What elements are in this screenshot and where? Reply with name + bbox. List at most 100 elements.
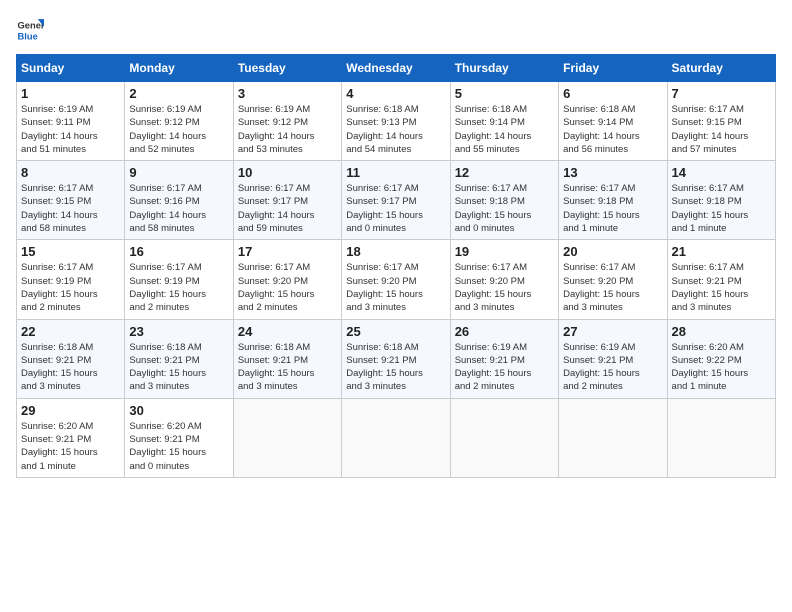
- day-info: Sunrise: 6:17 AMSunset: 9:21 PMDaylight:…: [672, 261, 771, 314]
- day-number: 21: [672, 244, 771, 259]
- day-cell: 22 Sunrise: 6:18 AMSunset: 9:21 PMDayligh…: [17, 319, 125, 398]
- svg-text:General: General: [18, 20, 44, 30]
- day-number: 14: [672, 165, 771, 180]
- day-number: 11: [346, 165, 445, 180]
- day-number: 9: [129, 165, 228, 180]
- day-info: Sunrise: 6:17 AMSunset: 9:19 PMDaylight:…: [129, 261, 228, 314]
- day-info: Sunrise: 6:20 AMSunset: 9:21 PMDaylight:…: [129, 420, 228, 473]
- day-number: 18: [346, 244, 445, 259]
- day-number: 30: [129, 403, 228, 418]
- day-cell: 30 Sunrise: 6:20 AMSunset: 9:21 PMDayligh…: [125, 398, 233, 477]
- calendar-table: SundayMondayTuesdayWednesdayThursdayFrid…: [16, 54, 776, 478]
- day-number: 15: [21, 244, 120, 259]
- day-cell: 1Sunrise: 6:19 AMSunset: 9:11 PMDaylight…: [17, 82, 125, 161]
- day-info: Sunrise: 6:18 AMSunset: 9:21 PMDaylight:…: [346, 341, 445, 394]
- calendar-day-header: Thursday: [450, 55, 558, 82]
- day-cell: 2 Sunrise: 6:19 AMSunset: 9:12 PMDaylight…: [125, 82, 233, 161]
- day-info: Sunrise: 6:19 AMSunset: 9:12 PMDaylight:…: [238, 103, 337, 156]
- day-cell: 26 Sunrise: 6:19 AMSunset: 9:21 PMDayligh…: [450, 319, 558, 398]
- day-number: 12: [455, 165, 554, 180]
- day-number: 13: [563, 165, 662, 180]
- calendar-day-header: Tuesday: [233, 55, 341, 82]
- day-info: Sunrise: 6:17 AMSunset: 9:20 PMDaylight:…: [563, 261, 662, 314]
- day-cell: 19Sunrise: 6:17 AMSunset: 9:20 PMDayligh…: [450, 240, 558, 319]
- day-number: 16: [129, 244, 228, 259]
- day-number: 2: [129, 86, 228, 101]
- day-info: Sunrise: 6:18 AMSunset: 9:13 PMDaylight:…: [346, 103, 445, 156]
- day-cell: 10 Sunrise: 6:17 AMSunset: 9:17 PMDayligh…: [233, 161, 341, 240]
- day-cell: 12 Sunrise: 6:17 AMSunset: 9:18 PMDayligh…: [450, 161, 558, 240]
- day-info: Sunrise: 6:20 AMSunset: 9:22 PMDaylight:…: [672, 341, 771, 394]
- page-header: General Blue: [16, 16, 776, 44]
- day-number: 20: [563, 244, 662, 259]
- day-number: 5: [455, 86, 554, 101]
- day-number: 22: [21, 324, 120, 339]
- day-number: 27: [563, 324, 662, 339]
- calendar-week-row: 15 Sunrise: 6:17 AMSunset: 9:19 PMDayligh…: [17, 240, 776, 319]
- day-info: Sunrise: 6:17 AMSunset: 9:19 PMDaylight:…: [21, 261, 120, 314]
- day-info: Sunrise: 6:18 AMSunset: 9:14 PMDaylight:…: [455, 103, 554, 156]
- empty-day-cell: [450, 398, 558, 477]
- day-cell: 13 Sunrise: 6:17 AMSunset: 9:18 PMDayligh…: [559, 161, 667, 240]
- day-cell: 5 Sunrise: 6:18 AMSunset: 9:14 PMDaylight…: [450, 82, 558, 161]
- day-cell: 4 Sunrise: 6:18 AMSunset: 9:13 PMDaylight…: [342, 82, 450, 161]
- day-number: 4: [346, 86, 445, 101]
- day-info: Sunrise: 6:17 AMSunset: 9:18 PMDaylight:…: [455, 182, 554, 235]
- day-cell: 29Sunrise: 6:20 AMSunset: 9:21 PMDayligh…: [17, 398, 125, 477]
- calendar-day-header: Sunday: [17, 55, 125, 82]
- day-info: Sunrise: 6:17 AMSunset: 9:17 PMDaylight:…: [238, 182, 337, 235]
- svg-text:Blue: Blue: [18, 31, 38, 41]
- day-cell: 9 Sunrise: 6:17 AMSunset: 9:16 PMDaylight…: [125, 161, 233, 240]
- day-cell: 18 Sunrise: 6:17 AMSunset: 9:20 PMDayligh…: [342, 240, 450, 319]
- day-info: Sunrise: 6:17 AMSunset: 9:18 PMDaylight:…: [672, 182, 771, 235]
- day-number: 28: [672, 324, 771, 339]
- day-number: 25: [346, 324, 445, 339]
- day-number: 6: [563, 86, 662, 101]
- day-info: Sunrise: 6:17 AMSunset: 9:20 PMDaylight:…: [346, 261, 445, 314]
- day-cell: 7Sunrise: 6:17 AMSunset: 9:15 PMDaylight…: [667, 82, 775, 161]
- empty-day-cell: [559, 398, 667, 477]
- day-cell: 21 Sunrise: 6:17 AMSunset: 9:21 PMDayligh…: [667, 240, 775, 319]
- day-number: 26: [455, 324, 554, 339]
- logo: General Blue: [16, 16, 44, 44]
- logo-icon: General Blue: [16, 16, 44, 44]
- day-info: Sunrise: 6:19 AMSunset: 9:11 PMDaylight:…: [21, 103, 120, 156]
- day-info: Sunrise: 6:19 AMSunset: 9:21 PMDaylight:…: [563, 341, 662, 394]
- day-number: 3: [238, 86, 337, 101]
- calendar-header-row: SundayMondayTuesdayWednesdayThursdayFrid…: [17, 55, 776, 82]
- day-cell: 27 Sunrise: 6:19 AMSunset: 9:21 PMDayligh…: [559, 319, 667, 398]
- calendar-day-header: Saturday: [667, 55, 775, 82]
- day-cell: 11 Sunrise: 6:17 AMSunset: 9:17 PMDayligh…: [342, 161, 450, 240]
- empty-day-cell: [667, 398, 775, 477]
- calendar-week-row: 8Sunrise: 6:17 AMSunset: 9:15 PMDaylight…: [17, 161, 776, 240]
- day-cell: 15 Sunrise: 6:17 AMSunset: 9:19 PMDayligh…: [17, 240, 125, 319]
- day-number: 17: [238, 244, 337, 259]
- day-info: Sunrise: 6:18 AMSunset: 9:21 PMDaylight:…: [21, 341, 120, 394]
- day-number: 7: [672, 86, 771, 101]
- day-info: Sunrise: 6:17 AMSunset: 9:20 PMDaylight:…: [455, 261, 554, 314]
- day-cell: 8Sunrise: 6:17 AMSunset: 9:15 PMDaylight…: [17, 161, 125, 240]
- day-cell: 28 Sunrise: 6:20 AMSunset: 9:22 PMDayligh…: [667, 319, 775, 398]
- calendar-day-header: Friday: [559, 55, 667, 82]
- calendar-day-header: Monday: [125, 55, 233, 82]
- day-number: 24: [238, 324, 337, 339]
- calendar-week-row: 1Sunrise: 6:19 AMSunset: 9:11 PMDaylight…: [17, 82, 776, 161]
- day-info: Sunrise: 6:18 AMSunset: 9:21 PMDaylight:…: [238, 341, 337, 394]
- day-info: Sunrise: 6:20 AMSunset: 9:21 PMDaylight:…: [21, 420, 120, 473]
- day-info: Sunrise: 6:17 AMSunset: 9:17 PMDaylight:…: [346, 182, 445, 235]
- day-number: 10: [238, 165, 337, 180]
- day-cell: 25 Sunrise: 6:18 AMSunset: 9:21 PMDayligh…: [342, 319, 450, 398]
- empty-day-cell: [233, 398, 341, 477]
- day-info: Sunrise: 6:17 AMSunset: 9:16 PMDaylight:…: [129, 182, 228, 235]
- day-info: Sunrise: 6:18 AMSunset: 9:14 PMDaylight:…: [563, 103, 662, 156]
- day-cell: 14 Sunrise: 6:17 AMSunset: 9:18 PMDayligh…: [667, 161, 775, 240]
- day-info: Sunrise: 6:19 AMSunset: 9:21 PMDaylight:…: [455, 341, 554, 394]
- empty-day-cell: [342, 398, 450, 477]
- day-cell: 3 Sunrise: 6:19 AMSunset: 9:12 PMDaylight…: [233, 82, 341, 161]
- day-info: Sunrise: 6:19 AMSunset: 9:12 PMDaylight:…: [129, 103, 228, 156]
- calendar-day-header: Wednesday: [342, 55, 450, 82]
- day-info: Sunrise: 6:17 AMSunset: 9:18 PMDaylight:…: [563, 182, 662, 235]
- day-info: Sunrise: 6:18 AMSunset: 9:21 PMDaylight:…: [129, 341, 228, 394]
- calendar-week-row: 29Sunrise: 6:20 AMSunset: 9:21 PMDayligh…: [17, 398, 776, 477]
- day-cell: 16 Sunrise: 6:17 AMSunset: 9:19 PMDayligh…: [125, 240, 233, 319]
